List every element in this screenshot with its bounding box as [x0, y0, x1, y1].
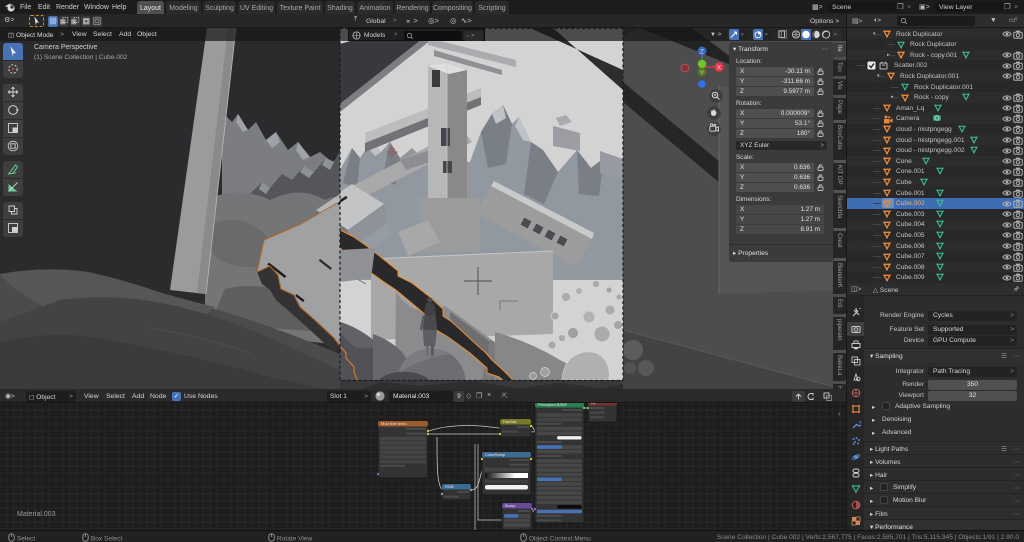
svg-text:Y: Y [700, 71, 704, 77]
svg-text:Mud tree textu: Mud tree textu [381, 421, 407, 426]
svg-text:X: X [717, 66, 721, 72]
svg-text:All: All [591, 403, 596, 405]
svg-text:HueSat: HueSat [503, 419, 517, 424]
svg-text:ColorRamp: ColorRamp [485, 452, 506, 457]
svg-text:RGB: RGB [445, 484, 454, 489]
svg-text:Principled BSDF: Principled BSDF [538, 403, 568, 407]
svg-text:Z: Z [700, 50, 704, 56]
svg-text:Bump: Bump [505, 503, 516, 508]
